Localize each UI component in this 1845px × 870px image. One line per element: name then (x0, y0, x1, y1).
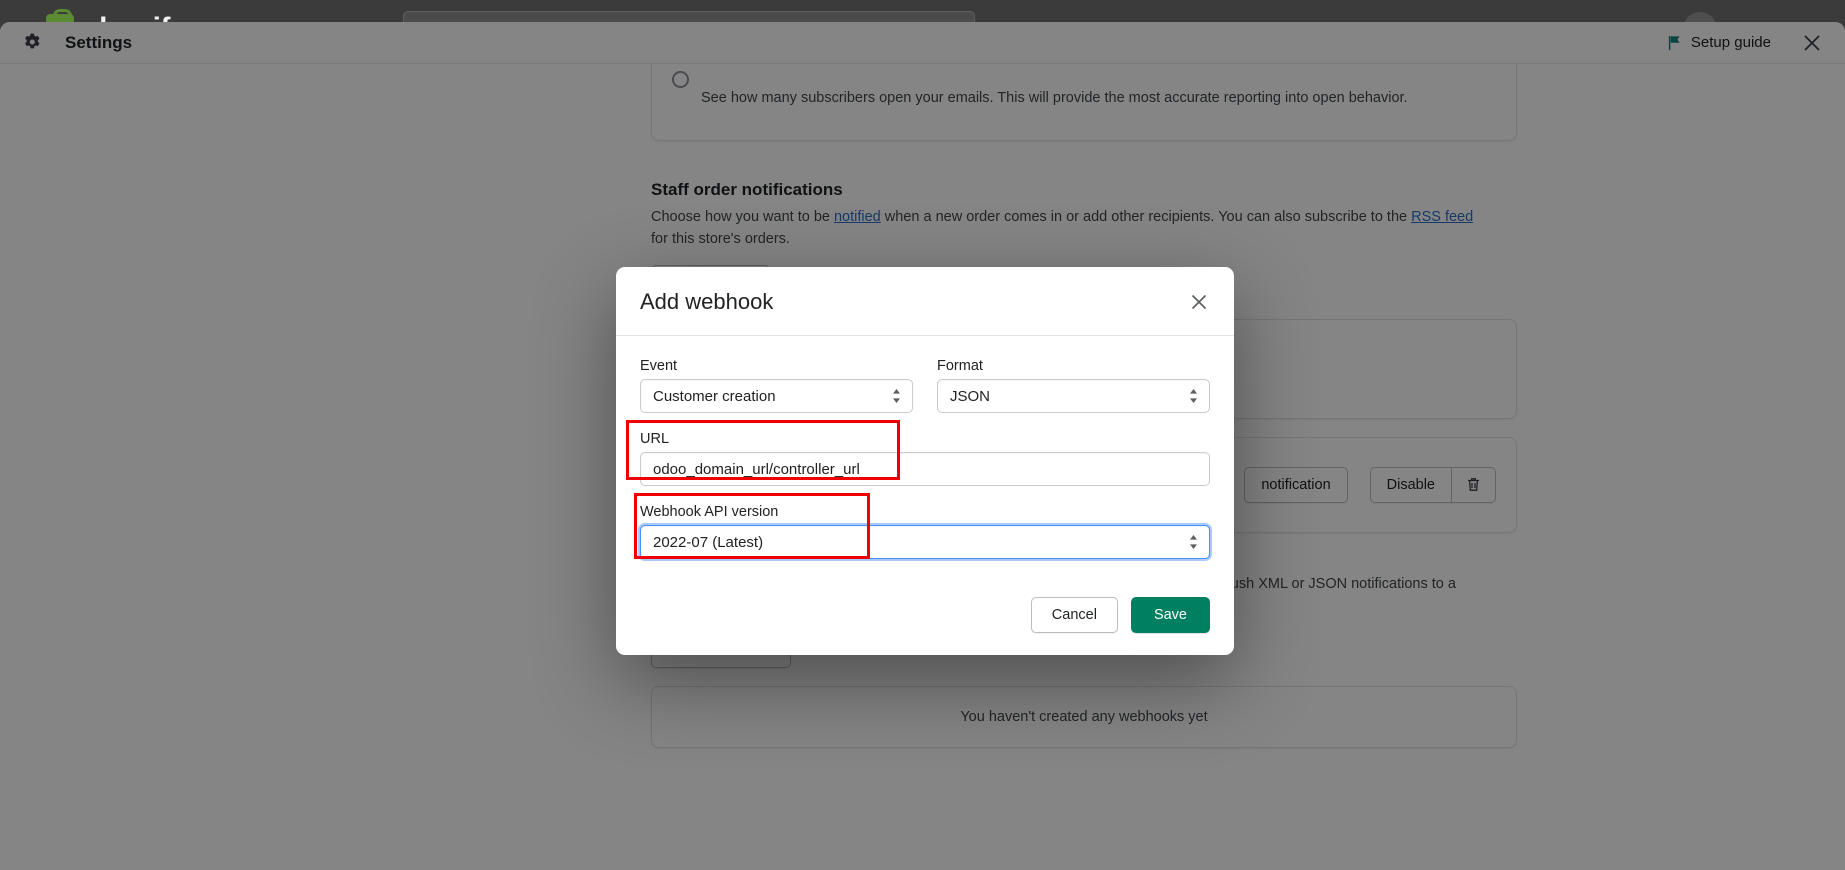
event-format-row: Event Customer creation Format JSON (640, 358, 1210, 413)
modal-header: Add webhook (616, 267, 1234, 336)
chevron-updown-icon (1190, 389, 1197, 403)
api-version-field: Webhook API version 2022-07 (Latest) (634, 493, 1210, 559)
api-version-label: Webhook API version (640, 504, 779, 520)
add-webhook-modal: Add webhook Event Customer creation Form… (616, 267, 1234, 655)
url-value: odoo_domain_url/controller_url (653, 460, 860, 478)
modal-body: Event Customer creation Format JSON URL … (616, 336, 1234, 581)
chevron-updown-icon (893, 389, 900, 403)
cancel-button[interactable]: Cancel (1030, 597, 1118, 633)
save-button[interactable]: Save (1130, 597, 1210, 633)
api-version-value: 2022-07 (Latest) (653, 533, 764, 551)
format-value: JSON (950, 387, 991, 405)
event-label: Event (640, 358, 678, 374)
format-select[interactable]: JSON (937, 379, 1210, 413)
url-label: URL (640, 431, 670, 447)
event-value: Customer creation (653, 387, 776, 405)
modal-footer: Cancel Save (616, 581, 1234, 655)
screen-root: shopify Search AA A. D..ik Admin Setting… (0, 0, 1845, 870)
modal-backdrop: Add webhook Event Customer creation Form… (0, 0, 1845, 870)
format-label: Format (937, 358, 983, 374)
modal-title: Add webhook (640, 289, 774, 314)
event-field: Event Customer creation (640, 358, 913, 413)
event-select[interactable]: Customer creation (640, 379, 913, 413)
api-version-select[interactable]: 2022-07 (Latest) (640, 525, 1210, 559)
chevron-updown-icon (1190, 535, 1197, 549)
url-input[interactable]: odoo_domain_url/controller_url (640, 452, 1210, 486)
modal-close-icon[interactable] (1188, 291, 1210, 313)
format-field: Format JSON (937, 358, 1210, 413)
url-field: URL odoo_domain_url/controller_url (626, 420, 1210, 486)
